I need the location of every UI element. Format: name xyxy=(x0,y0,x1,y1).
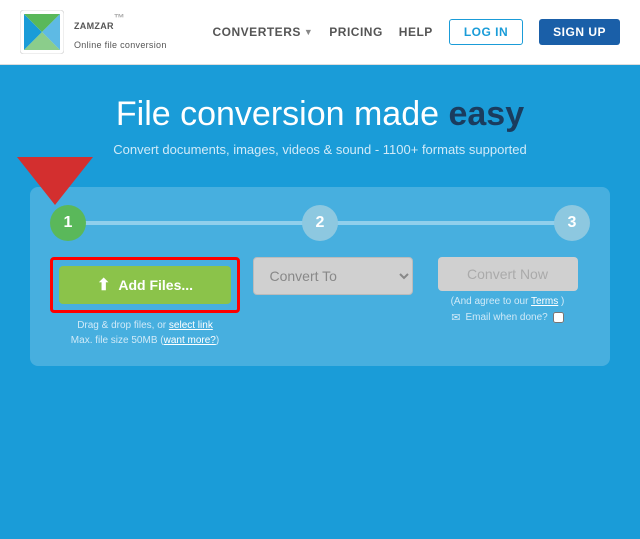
agree-text: (And agree to our Terms ) xyxy=(451,296,565,307)
email-icon: ✉ xyxy=(451,311,460,324)
logo-title: ZAMZAR™ xyxy=(74,12,167,35)
nav-pricing-link[interactable]: PRICING xyxy=(329,25,383,39)
drag-text-line1: Drag & drop files, or xyxy=(77,320,166,331)
select-link[interactable]: select link xyxy=(169,320,213,331)
login-button[interactable]: LOG IN xyxy=(449,19,523,45)
drag-text: Drag & drop files, or select link Max. f… xyxy=(71,318,219,348)
add-files-label: Add Files... xyxy=(118,277,193,293)
navbar-right: CONVERTERS ▼ PRICING HELP LOG IN SIGN UP xyxy=(213,19,620,45)
email-checkbox[interactable] xyxy=(553,312,564,323)
signup-button[interactable]: SIGN UP xyxy=(539,19,620,45)
converters-dropdown-arrow: ▼ xyxy=(304,27,313,37)
steps-bar: 1 2 3 xyxy=(50,205,590,241)
step-3-circle: 3 xyxy=(554,205,590,241)
step-container: 1 2 3 ⬆ Add Files... Drag & drop files, … xyxy=(30,187,610,366)
navbar-left: ZAMZAR™ Online file conversion xyxy=(20,10,167,54)
arrow-head xyxy=(17,157,93,205)
nav-converters-label: CONVERTERS xyxy=(213,25,301,39)
add-files-button[interactable]: ⬆ Add Files... xyxy=(59,266,231,304)
step-1-circle: 1 xyxy=(50,205,86,241)
step-2-col: Convert To xyxy=(250,257,415,295)
email-row: ✉ Email when done? xyxy=(451,311,564,324)
hero-title-part1: File xyxy=(116,95,180,133)
navbar: ZAMZAR™ Online file conversion CONVERTER… xyxy=(0,0,640,65)
upload-icon: ⬆ xyxy=(97,275,110,295)
hero-title: File conversion made easy xyxy=(20,95,620,134)
add-files-area: ⬆ Add Files... xyxy=(50,257,240,313)
nav-converters-link[interactable]: CONVERTERS ▼ xyxy=(213,25,314,39)
convert-now-button[interactable]: Convert Now xyxy=(438,257,578,291)
steps-content: ⬆ Add Files... Drag & drop files, or sel… xyxy=(50,257,590,348)
logo-text: ZAMZAR™ Online file conversion xyxy=(74,12,167,53)
step-1-col: ⬆ Add Files... Drag & drop files, or sel… xyxy=(50,257,240,348)
step-3-col: Convert Now (And agree to our Terms ) ✉ … xyxy=(425,257,590,324)
convert-to-select[interactable]: Convert To xyxy=(253,257,413,295)
agree-prefix: (And agree to our xyxy=(451,296,529,307)
hero-section: File conversion made easy Convert docume… xyxy=(0,65,640,167)
logo-subtitle: Online file conversion xyxy=(74,40,167,50)
want-more-link[interactable]: want more? xyxy=(164,335,216,346)
agree-end: ) xyxy=(561,296,564,307)
hero-title-part2: conversion made xyxy=(180,95,448,133)
terms-link[interactable]: Terms xyxy=(531,296,558,307)
hero-subtitle: Convert documents, images, videos & soun… xyxy=(20,142,620,157)
hero-title-easy: easy xyxy=(448,95,524,133)
zamzar-logo-icon xyxy=(20,10,64,54)
widget-area: 1 2 3 ⬆ Add Files... Drag & drop files, … xyxy=(0,167,640,386)
step-2-circle: 2 xyxy=(302,205,338,241)
email-label: Email when done? xyxy=(465,312,547,323)
nav-help-link[interactable]: HELP xyxy=(399,25,433,39)
